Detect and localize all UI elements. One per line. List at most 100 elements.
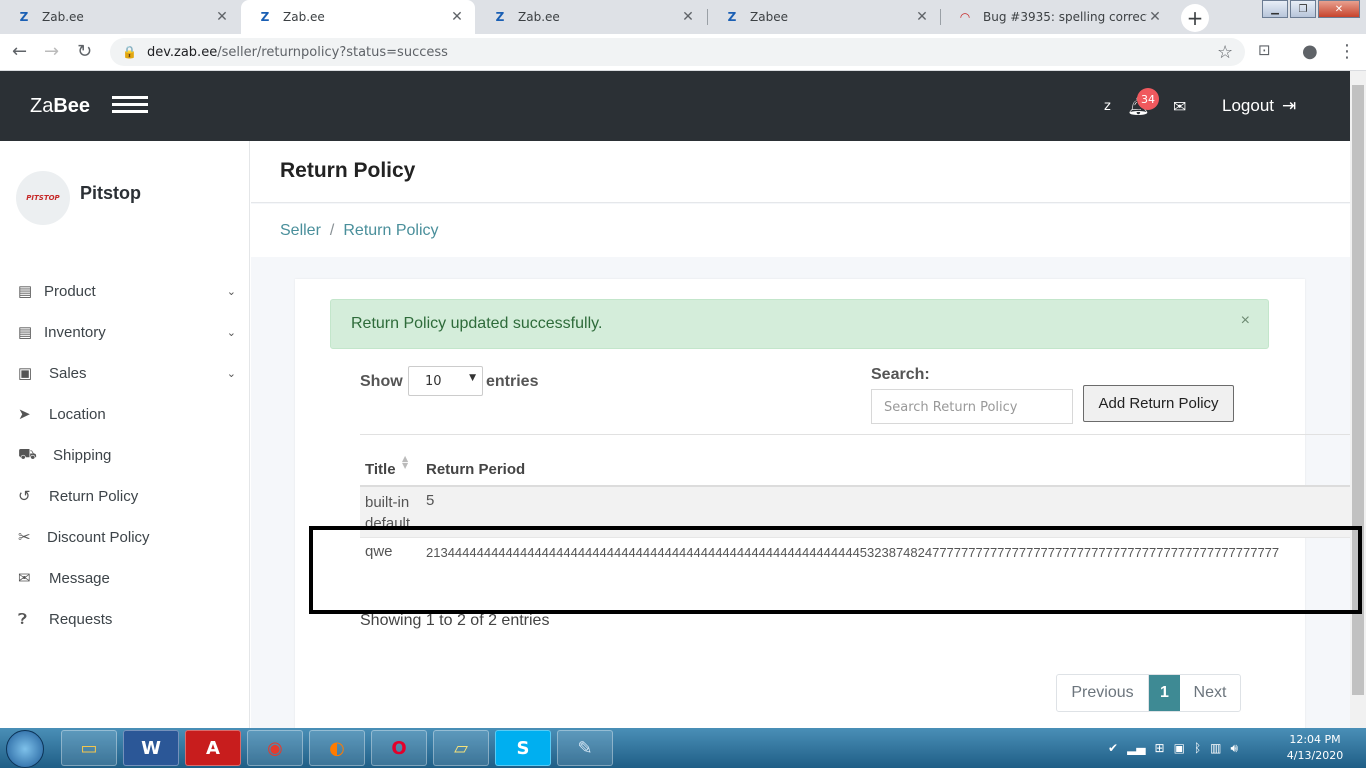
new-tab-button[interactable]: + — [1181, 4, 1209, 32]
zabee-logo[interactable]: ZaBee — [30, 95, 90, 118]
table-info: Showing 1 to 2 of 2 entries — [360, 612, 550, 629]
address-bar: ← → ↻ 🔒 dev.zab.ee /seller/returnpolicy?… — [0, 34, 1366, 71]
device-icon[interactable]: ▥ — [1210, 741, 1221, 755]
taskbar: ▭ W A ◉ ◐ O ▱ S ✎ ✔ ▂▄ ⊞ ▣ ᛒ ▥ 🔊︎ 12:04 … — [0, 728, 1366, 768]
sidebar-item-sales[interactable]: ▣ Sales ⌄ — [18, 358, 240, 388]
paint-icon[interactable]: ✎ — [557, 730, 613, 766]
start-button[interactable] — [6, 730, 44, 768]
taskbar-clock[interactable]: 12:04 PM 4/13/2020 — [1285, 732, 1345, 764]
dropdown-arrow-icon: ▼ — [469, 373, 476, 383]
close-icon[interactable]: ✕ — [1147, 9, 1163, 25]
envelope-icon[interactable]: ✉ — [1173, 71, 1186, 141]
notification-badge: 34 — [1137, 88, 1159, 110]
store-name: Pitstop — [80, 183, 141, 203]
browser-tab-strip: Z Zab.ee ✕ Z Zab.ee ✕ Z Zab.ee ✕ Z Zabee… — [0, 0, 1366, 34]
undo-icon: ↺ — [18, 488, 31, 505]
network-icon[interactable]: ⊞ — [1155, 741, 1165, 755]
briefcase-icon: ▤ — [18, 283, 33, 300]
previous-page-button[interactable]: Previous — [1057, 675, 1149, 711]
browser-tab-title: Zab.ee — [518, 10, 560, 24]
search-input[interactable]: Search Return Policy — [871, 389, 1073, 424]
sidebar-item-shipping[interactable]: ⛟ Shipping — [18, 440, 240, 470]
browser-tab[interactable]: Z Zabee ✕ — [708, 0, 940, 34]
bluetooth-icon[interactable]: ᛒ — [1194, 741, 1201, 755]
alert-close-button[interactable]: × — [1241, 312, 1250, 330]
browser-tab[interactable]: Z Zab.ee ✕ — [476, 0, 706, 34]
url-host: dev.zab.ee — [146, 44, 218, 60]
acrobat-icon[interactable]: A — [185, 730, 241, 766]
browser-tab[interactable]: ◠ Bug #3935: spelling correction ✕ — [941, 0, 1173, 34]
more-menu-icon[interactable]: ⋮ — [1338, 41, 1356, 62]
reload-icon[interactable]: ↻ — [77, 41, 92, 62]
money-icon: ▣ — [18, 365, 33, 382]
scissors-icon: ✂ — [18, 529, 31, 546]
page-scrollbar[interactable] — [1350, 71, 1366, 728]
logout-link[interactable]: Logout ⇥ — [1222, 71, 1296, 141]
close-icon[interactable]: ✕ — [214, 9, 230, 25]
close-icon[interactable]: ✕ — [680, 9, 696, 25]
success-alert: Return Policy updated successfully. × — [330, 299, 1269, 349]
url-input[interactable]: 🔒 dev.zab.ee /seller/returnpolicy?status… — [110, 38, 1245, 66]
chrome-icon[interactable]: ◉ — [247, 730, 303, 766]
column-header-title[interactable]: Title — [365, 461, 396, 478]
browser-tab[interactable]: Z Zab.ee ✕ — [0, 0, 240, 34]
sidebar-item-product[interactable]: ▤ Product ⌄ — [18, 276, 240, 306]
column-header-return-period[interactable]: Return Period — [426, 461, 525, 478]
file-explorer-icon[interactable]: ▭ — [61, 730, 117, 766]
breadcrumb: Seller / Return Policy — [251, 204, 1350, 257]
question-circle-icon: ❓︎ — [18, 610, 28, 628]
search-label: Search: — [871, 366, 930, 383]
sidebar-item-inventory[interactable]: ▤ Inventory ⌄ — [18, 317, 240, 347]
screen-capture-icon[interactable]: ⊡ — [1258, 41, 1271, 59]
sidebar-item-location[interactable]: ➤ Location — [18, 399, 240, 429]
close-icon[interactable]: ✕ — [914, 9, 930, 25]
close-icon[interactable]: ✕ — [449, 9, 465, 25]
sign-out-icon: ⇥ — [1282, 96, 1297, 115]
next-page-button[interactable]: Next — [1180, 675, 1240, 711]
truck-icon: ⛟ — [18, 445, 37, 463]
minimize-icon[interactable]: ▁ — [1262, 0, 1288, 18]
shield-check-icon[interactable]: ✔ — [1108, 741, 1118, 755]
sidebar-item-return-policy[interactable]: ↺ Return Policy — [18, 481, 240, 511]
entries-label: entries — [486, 373, 539, 390]
main-content: Return Policy Seller / Return Policy Ret… — [251, 141, 1350, 728]
url-path: /seller/returnpolicy?status=success — [217, 44, 448, 60]
add-return-policy-button[interactable]: Add Return Policy — [1083, 385, 1234, 422]
firefox-icon[interactable]: ◐ — [309, 730, 365, 766]
window-controls: ▁ ❐ ✕ — [1260, 0, 1360, 18]
sticky-notes-icon[interactable]: ▱ — [433, 730, 489, 766]
sort-icon[interactable]: ▲ ▼ — [402, 455, 408, 470]
zabee-favicon-icon: Z — [495, 10, 505, 24]
page-1-button[interactable]: 1 — [1149, 675, 1180, 711]
signal-icon[interactable]: ▂▄ — [1127, 741, 1145, 755]
maximize-icon[interactable]: ❐ — [1290, 0, 1316, 18]
browser-tab-title: Zab.ee — [42, 10, 84, 24]
profile-icon[interactable]: ● — [1302, 41, 1318, 62]
sidebar: PITSTOP Pitstop ▤ Product ⌄ ▤ Inventory … — [0, 141, 250, 728]
page-header: Return Policy — [251, 141, 1350, 203]
window-close-icon[interactable]: ✕ — [1318, 0, 1360, 18]
breadcrumb-return-policy: Return Policy — [343, 221, 439, 239]
volume-icon[interactable]: 🔊︎ — [1230, 741, 1238, 756]
menu-toggle-icon[interactable] — [112, 96, 148, 116]
forward-icon[interactable]: → — [44, 41, 59, 62]
entries-length-select[interactable]: 10 ▼ — [408, 366, 483, 396]
bookmark-star-icon[interactable]: ☆ — [1217, 42, 1233, 63]
browser-tab-active[interactable]: Z Zab.ee ✕ — [241, 0, 475, 34]
user-initial[interactable]: z — [1104, 71, 1111, 141]
skype-icon[interactable]: S — [495, 730, 551, 766]
sidebar-item-requests[interactable]: ❓︎ Requests — [18, 604, 240, 634]
opera-icon[interactable]: O — [371, 730, 427, 766]
word-icon[interactable]: W — [123, 730, 179, 766]
chevron-down-icon: ⌄ — [226, 326, 236, 339]
sidebar-item-message[interactable]: ✉ Message — [18, 563, 240, 593]
zabee-favicon-icon: Z — [727, 10, 737, 24]
briefcase-icon: ▤ — [18, 324, 33, 341]
system-tray: ✔ ▂▄ ⊞ ▣ ᛒ ▥ 🔊︎ — [1108, 728, 1238, 768]
sidebar-item-discount-policy[interactable]: ✂ Discount Policy — [18, 522, 240, 552]
back-icon[interactable]: ← — [12, 41, 27, 62]
page-title: Return Policy — [280, 159, 416, 182]
breadcrumb-seller[interactable]: Seller — [280, 222, 321, 240]
browser-tab-title: Zab.ee — [283, 10, 325, 24]
display-icon[interactable]: ▣ — [1174, 741, 1185, 755]
